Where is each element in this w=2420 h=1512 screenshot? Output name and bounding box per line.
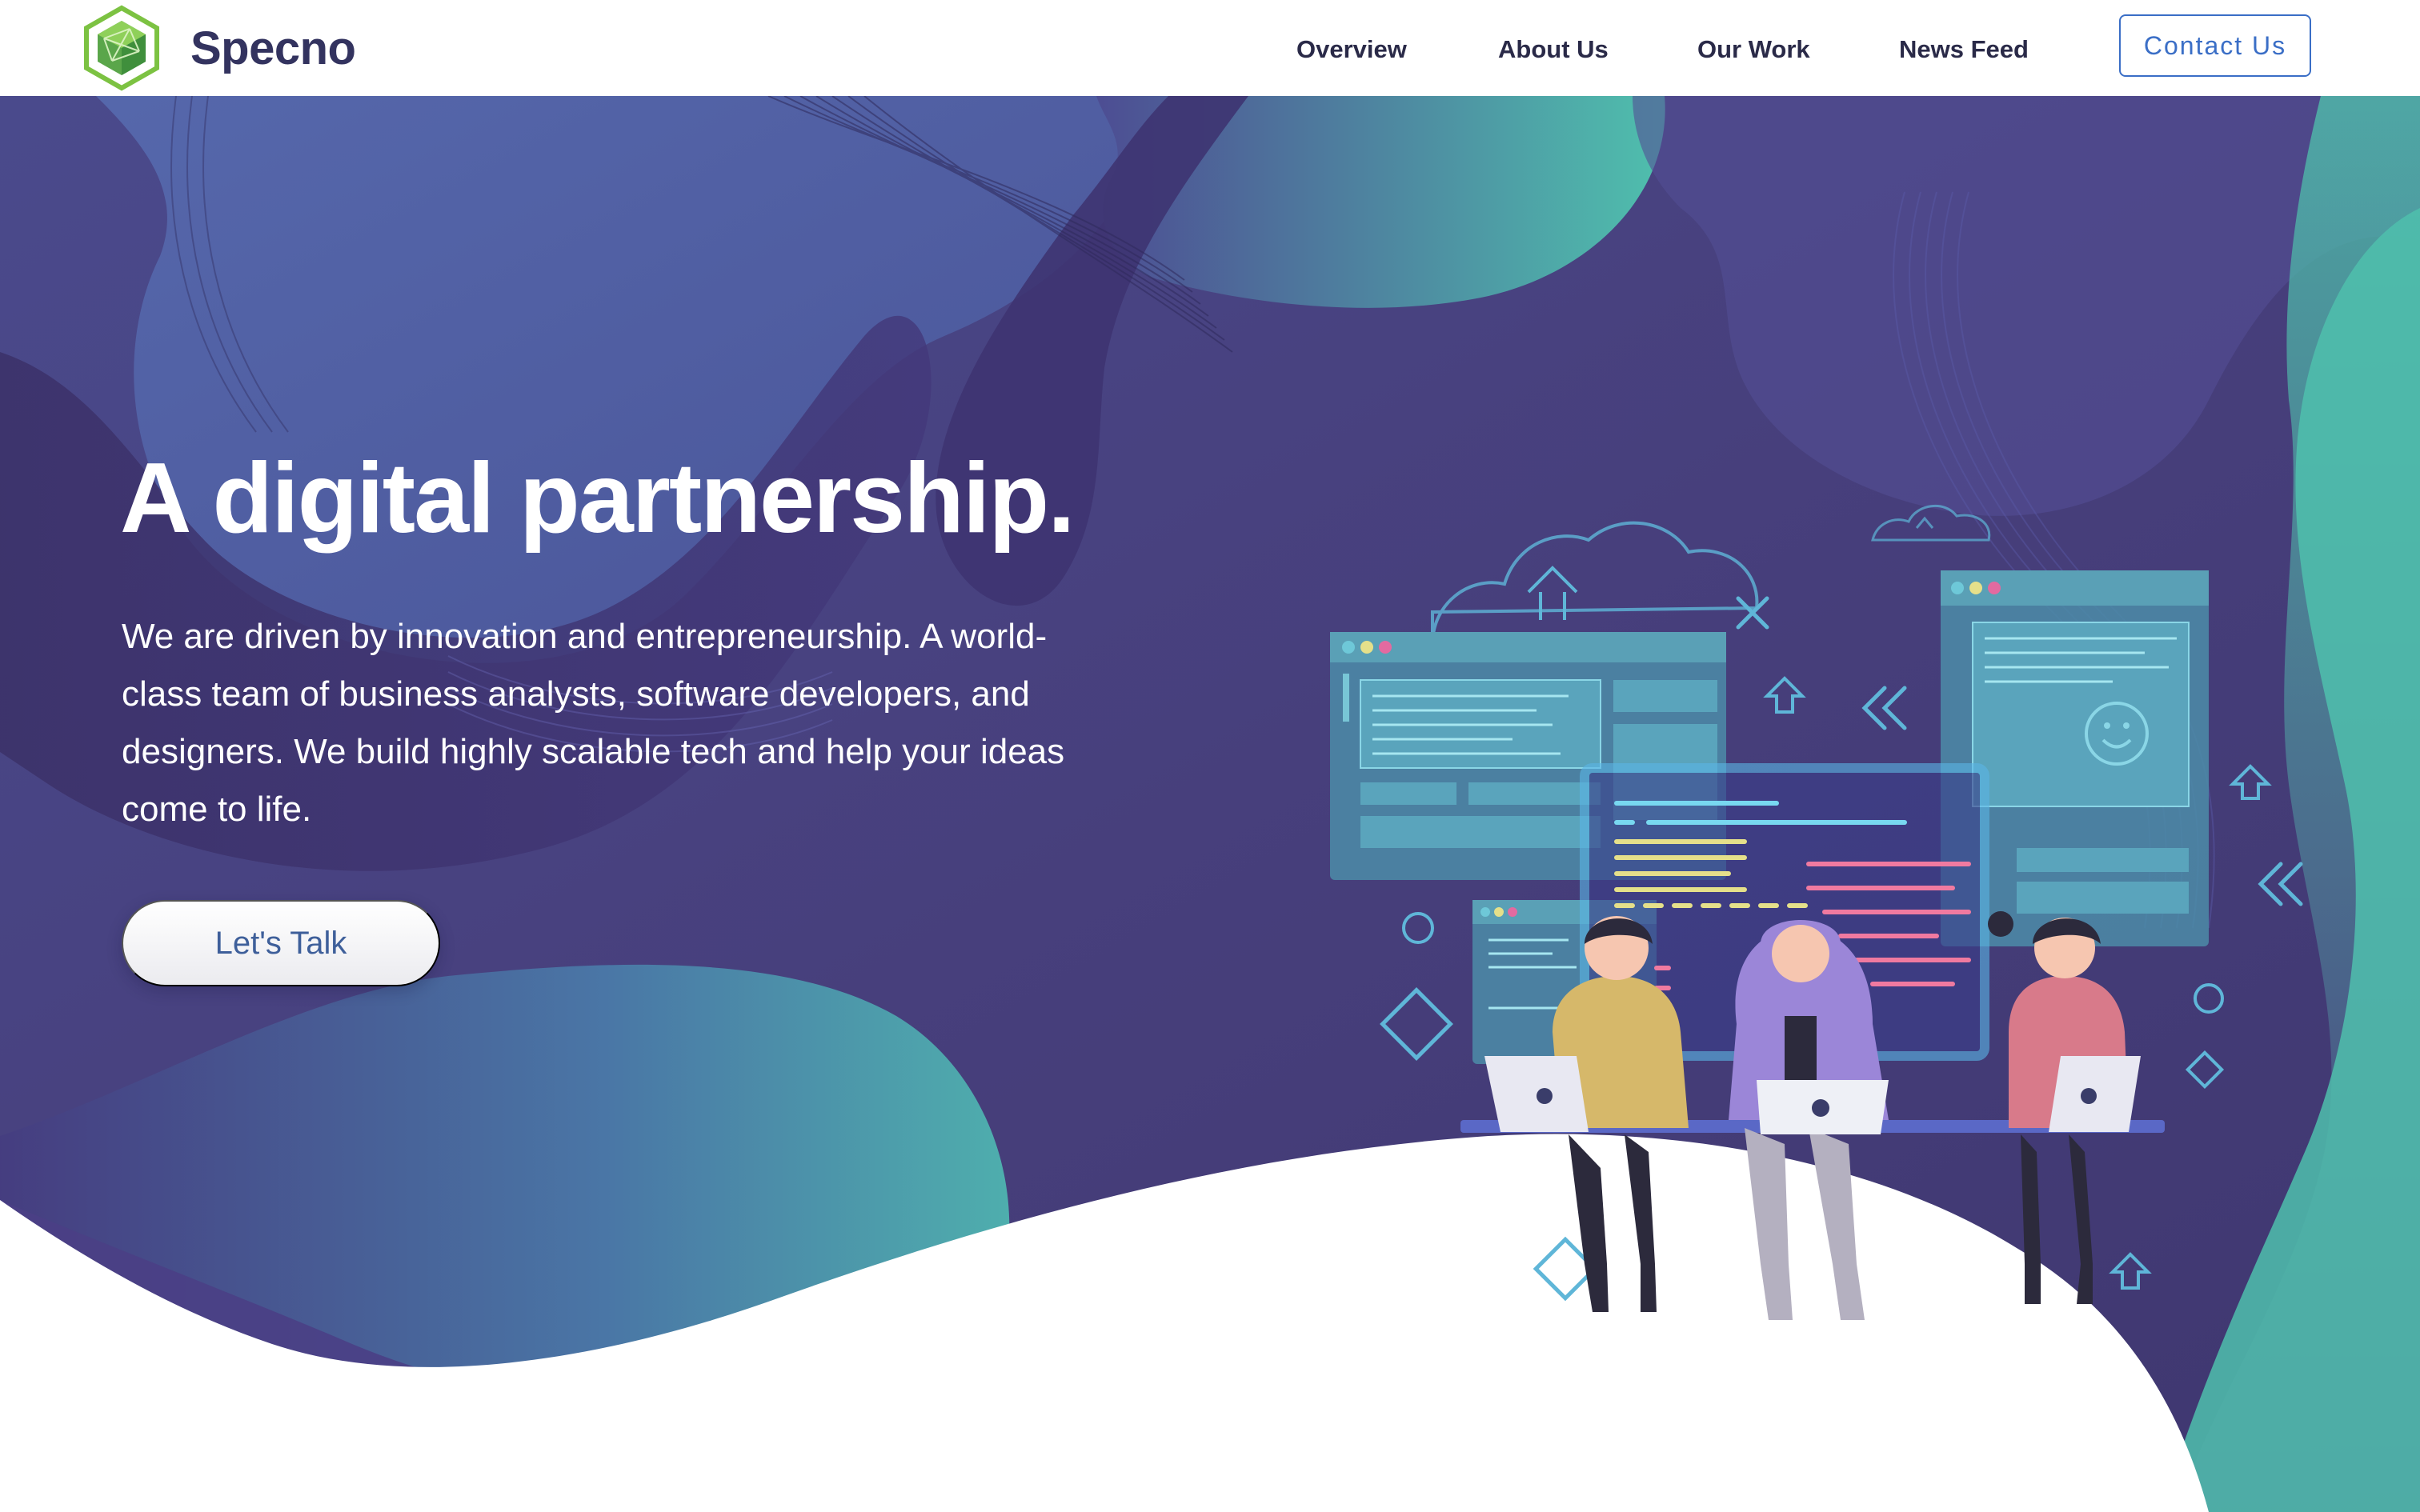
circle-shape-icon xyxy=(1402,912,1434,944)
site-header: Specno Overview About Us Our Work News F… xyxy=(0,0,2420,96)
person-middle xyxy=(1729,920,1889,1320)
close-x-icon xyxy=(1736,596,1769,630)
team-coding-illustration xyxy=(1330,504,2303,1320)
brand-logo[interactable]: Specno xyxy=(80,5,356,91)
diamond-shape-icon xyxy=(1380,987,1453,1061)
nav-about-us[interactable]: About Us xyxy=(1498,35,1609,64)
hero-description: We are driven by innovation and entrepre… xyxy=(122,617,1065,829)
nav-news-feed[interactable]: News Feed xyxy=(1899,35,2029,64)
cloud-upload-icon xyxy=(1431,521,1759,645)
hero-section: A digital partnership. We are driven by … xyxy=(0,96,2420,1512)
specno-hex-logo-icon xyxy=(84,5,159,91)
lets-talk-button[interactable]: Let's Talk xyxy=(122,900,440,986)
hero-title: A digital partnership. xyxy=(120,443,1076,554)
nav-our-work[interactable]: Our Work xyxy=(1697,35,1810,64)
brand-name: Specno xyxy=(190,22,356,74)
person-right xyxy=(1988,911,2141,1304)
contact-us-button[interactable]: Contact Us xyxy=(2119,14,2311,77)
nav-overview[interactable]: Overview xyxy=(1296,35,1407,64)
